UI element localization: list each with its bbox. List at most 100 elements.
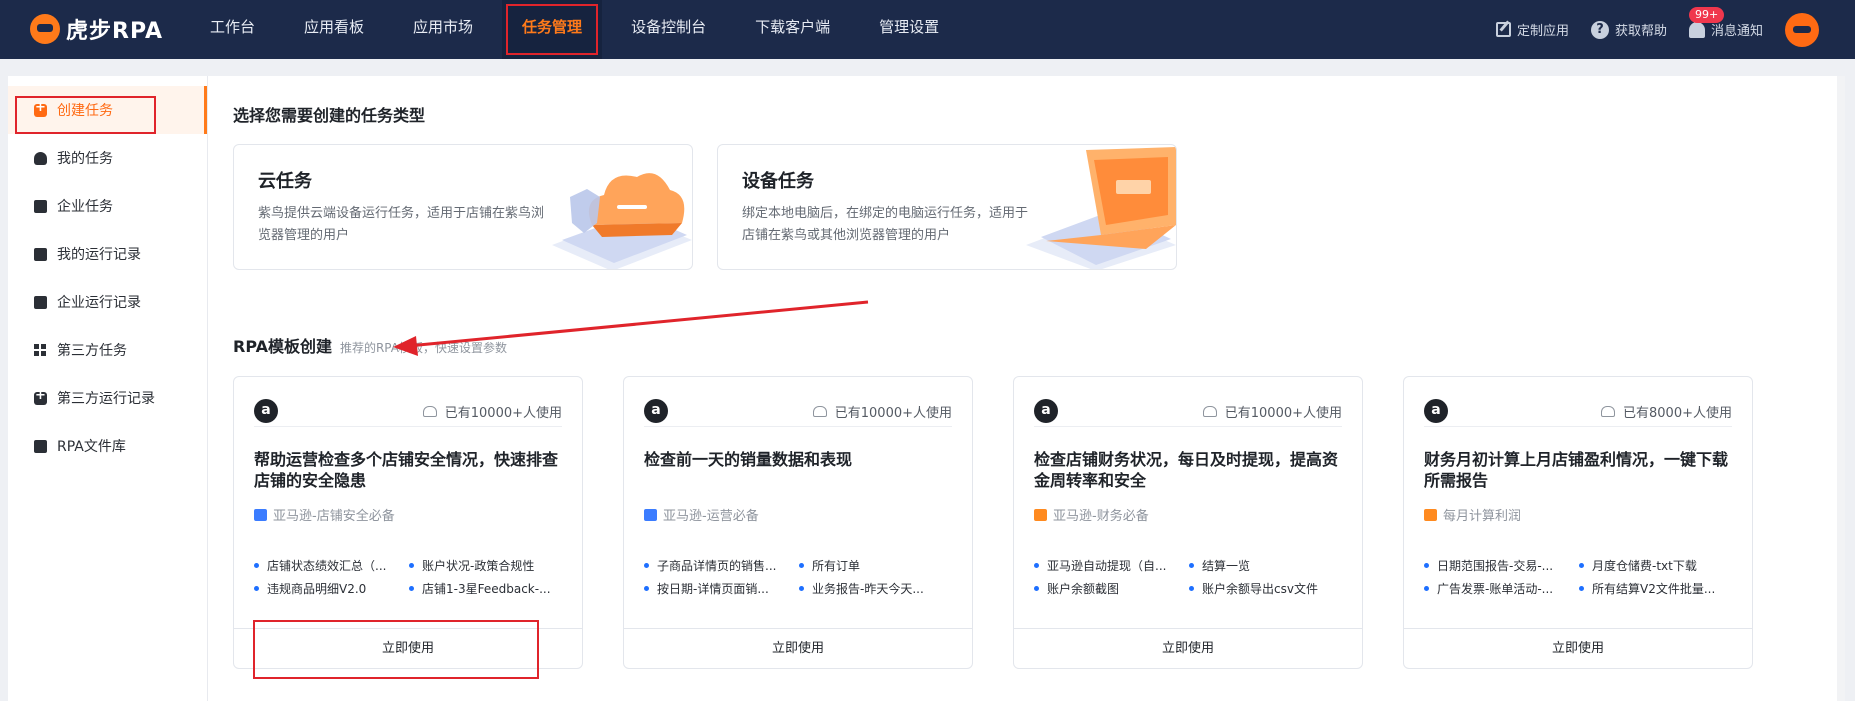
feature-item: 账户状况-政策合规性 [409, 557, 564, 574]
cloud-task-title: 云任务 [258, 171, 312, 192]
bar-chart-icon [1424, 508, 1437, 521]
usage-count: 已有10000+人使用 [422, 402, 562, 421]
laptop-illustration-icon [1026, 147, 1176, 269]
template-features: 亚马逊自动提现（自... 结算一览 账户余额截图 账户余额导出csv文件 [1034, 557, 1344, 597]
help-label: 获取帮助 [1614, 24, 1667, 39]
brand-logo[interactable]: 虎步RPA [30, 12, 163, 46]
sidebar-item-label: 企业运行记录 [57, 295, 141, 311]
sidebar-item-label: 第三方任务 [57, 343, 127, 359]
template-category: 每月计算利润 [1424, 505, 1521, 524]
nav-app-market[interactable]: 应用市场 [393, 0, 493, 59]
feature-item: 所有订单 [799, 557, 954, 574]
sidebar-item-my-run-records[interactable]: 我的运行记录 [8, 230, 207, 278]
amazon-logo-icon: a [1034, 399, 1058, 423]
amazon-logo-icon: a [1424, 399, 1448, 423]
bar-chart-icon [1034, 508, 1047, 521]
feature-item: 店铺1-3星Feedback-... [409, 580, 564, 597]
use-now-button[interactable]: 立即使用 [1404, 628, 1752, 668]
usage-count: 已有10000+人使用 [812, 402, 952, 421]
template-features: 日期范围报告-交易-... 月度仓储费-txt下载 广告发票-账单活动-... … [1424, 557, 1734, 597]
custom-app-link[interactable]: 定制应用 [1495, 20, 1569, 39]
template-card: a 已有10000+人使用 检查店铺财务状况，每日及时提现，提高资金周转率和安全… [1013, 376, 1363, 669]
help-link[interactable]: ? 获取帮助 [1590, 20, 1667, 39]
nav-admin-settings[interactable]: 管理设置 [859, 0, 959, 59]
template-category: 亚马逊-店铺安全必备 [254, 505, 395, 524]
usage-count-text: 已有8000+人使用 [1623, 406, 1732, 421]
main-nav: 工作台 应用看板 应用市场 任务管理 设备控制台 下载客户端 管理设置 [190, 0, 968, 59]
template-category: 亚马逊-财务必备 [1034, 505, 1149, 524]
notification-badge: 99+ [1688, 7, 1725, 23]
sidebar-item-label: 我的任务 [57, 151, 113, 167]
sidebar-item-label: 第三方运行记录 [57, 391, 155, 407]
nav-app-dashboard[interactable]: 应用看板 [284, 0, 384, 59]
template-card-header: a 已有10000+人使用 [254, 399, 562, 427]
notifications-label: 消息通知 [1710, 24, 1763, 39]
feature-item: 账户余额导出csv文件 [1189, 580, 1344, 597]
rpa-template-title: RPA模板创建 推荐的RPA模板，快速设置参数 [233, 333, 507, 357]
device-task-card[interactable]: 设备任务 绑定本地电脑后，在绑定的电脑运行任务，适用于店铺在紫鸟或其他浏览器管理… [717, 144, 1177, 270]
cloud-illustration-icon [552, 173, 692, 269]
rpa-template-note: 推荐的RPA模板，快速设置参数 [339, 341, 507, 355]
template-category-text: 每月计算利润 [1443, 509, 1522, 524]
sidebar-item-label: 我的运行记录 [57, 247, 141, 263]
sidebar-item-my-tasks[interactable]: 我的任务 [8, 134, 207, 182]
cloud-task-desc: 紫鸟提供云端设备运行任务，适用于店铺在紫鸟浏览器管理的用户 [258, 206, 545, 243]
users-icon [812, 406, 827, 417]
feature-item: 亚马逊自动提现（自... [1034, 557, 1189, 574]
document-search-icon [34, 295, 47, 309]
user-avatar[interactable] [1785, 12, 1819, 47]
user-icon [34, 151, 47, 165]
template-card: a 已有10000+人使用 帮助运营检查多个店铺安全情况，快速排查店铺的安全隐患… [233, 376, 583, 669]
sidebar-item-label: 企业任务 [57, 199, 113, 215]
sidebar-item-enterprise-tasks[interactable]: 企业任务 [8, 182, 207, 230]
feature-item: 结算一览 [1189, 557, 1344, 574]
template-category-text: 亚马逊-店铺安全必备 [273, 509, 395, 524]
sidebar: 创建任务 我的任务 企业任务 我的运行记录 企业运行记录 第三方任务 第三方运行… [8, 76, 208, 701]
feature-item: 日期范围报告-交易-... [1424, 557, 1579, 574]
plus-square-icon [34, 100, 47, 117]
users-icon [1601, 406, 1616, 417]
sidebar-item-enterprise-run-records[interactable]: 企业运行记录 [8, 278, 207, 326]
template-features: 子商品详情页的销售... 所有订单 按日期-详情页面销... 业务报告-昨天今天… [644, 557, 954, 597]
nav-download-client[interactable]: 下载客户端 [735, 0, 850, 59]
sidebar-item-create-task[interactable]: 创建任务 [8, 86, 207, 134]
notifications-link[interactable]: 99+ 消息通知 [1688, 7, 1763, 39]
chart-icon [644, 508, 657, 521]
template-card: a 已有8000+人使用 财务月初计算上月店铺盈利情况，一键下载所需报告 每月计… [1403, 376, 1753, 669]
sidebar-item-label: RPA文件库 [57, 439, 126, 455]
building-icon [34, 199, 47, 213]
sidebar-item-third-party-run-records[interactable]: 第三方运行记录 [8, 374, 207, 422]
custom-app-label: 定制应用 [1516, 24, 1569, 39]
usage-count-text: 已有10000+人使用 [834, 406, 952, 421]
users-icon [1202, 406, 1217, 417]
store-icon [254, 508, 267, 521]
use-now-button[interactable]: 立即使用 [234, 628, 582, 668]
template-features: 店铺状态绩效汇总（... 账户状况-政策合规性 违规商品明细V2.0 店铺1-3… [254, 557, 564, 597]
cloud-task-card[interactable]: 云任务 紫鸟提供云端设备运行任务，适用于店铺在紫鸟浏览器管理的用户 [233, 144, 693, 270]
template-title: 财务月初计算上月店铺盈利情况，一键下载所需报告 [1424, 450, 1729, 490]
template-card-header: a 已有10000+人使用 [644, 399, 952, 427]
sidebar-item-third-party-tasks[interactable]: 第三方任务 [8, 326, 207, 374]
template-title: 帮助运营检查多个店铺安全情况，快速排查店铺的安全隐患 [254, 450, 559, 490]
vertical-scrollbar[interactable] [1837, 76, 1845, 701]
feature-item: 广告发票-账单活动-... [1424, 580, 1579, 597]
use-now-button[interactable]: 立即使用 [1014, 628, 1362, 668]
grid-icon [34, 343, 47, 357]
feature-item: 子商品详情页的销售... [644, 557, 799, 574]
sidebar-item-rpa-file-library[interactable]: RPA文件库 [8, 422, 207, 470]
template-card: a 已有10000+人使用 检查前一天的销量数据和表现 亚马逊-运营必备 子商品… [623, 376, 973, 669]
use-now-button[interactable]: 立即使用 [624, 628, 972, 668]
nav-task-management[interactable]: 任务管理 [502, 0, 603, 59]
task-type-title: 选择您需要创建的任务类型 [233, 106, 426, 125]
usage-count-text: 已有10000+人使用 [1224, 406, 1342, 421]
template-title: 检查前一天的销量数据和表现 [644, 450, 853, 469]
feature-item: 账户余额截图 [1034, 580, 1189, 597]
feature-item: 店铺状态绩效汇总（... [254, 557, 409, 574]
nav-device-console[interactable]: 设备控制台 [611, 0, 726, 59]
template-category-text: 亚马逊-财务必备 [1053, 509, 1149, 524]
nav-workbench[interactable]: 工作台 [190, 0, 275, 59]
usage-count-text: 已有10000+人使用 [444, 406, 562, 421]
usage-count: 已有8000+人使用 [1601, 402, 1732, 421]
template-category-text: 亚马逊-运营必备 [663, 509, 759, 524]
amazon-logo-icon: a [644, 399, 668, 423]
